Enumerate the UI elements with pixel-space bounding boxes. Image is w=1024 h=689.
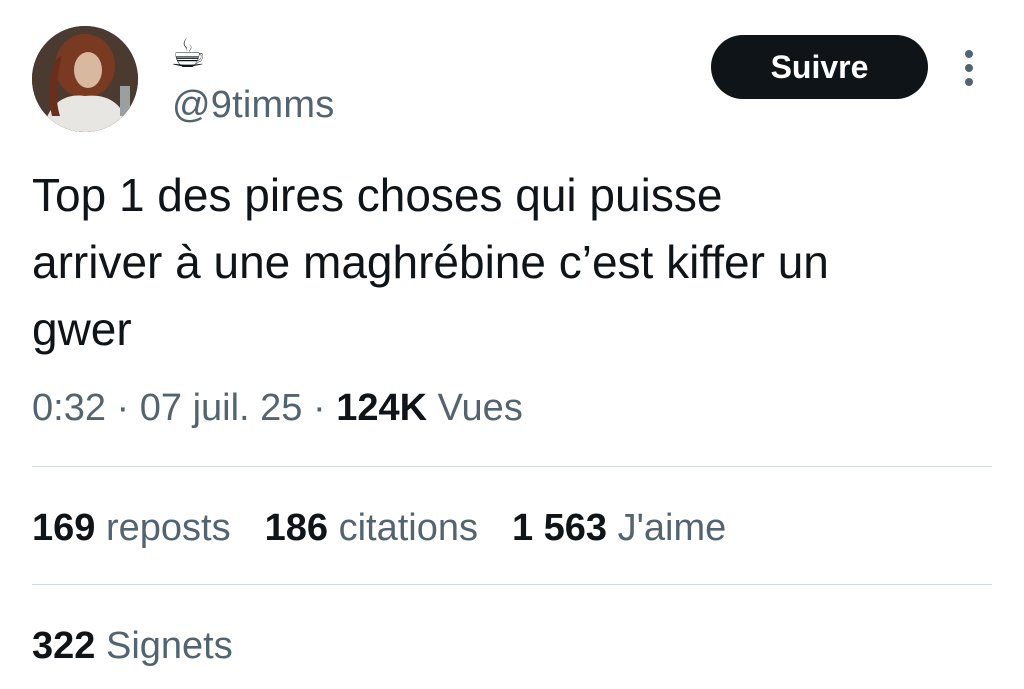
quotes-stat[interactable]: 186 citations xyxy=(265,502,478,554)
avatar-image xyxy=(32,26,138,132)
reposts-stat[interactable]: 169 reposts xyxy=(32,502,231,554)
views-label: Vues xyxy=(437,387,523,429)
bookmarks-count: 322 xyxy=(32,625,96,667)
avatar[interactable] xyxy=(32,26,138,132)
engagement-stats: 169 reposts 186 citations 1 563 J'aime xyxy=(32,502,760,554)
likes-count: 1 563 xyxy=(511,507,608,549)
reposts-count: 169 xyxy=(32,507,96,549)
more-vertical-icon[interactable] xyxy=(958,48,980,88)
meta-separator: · xyxy=(116,387,130,429)
divider xyxy=(32,584,992,585)
tweet-meta: 0:32 · 07 juil. 25 · 124K Vues xyxy=(32,382,523,434)
likes-stat[interactable]: 1 563 J'aime xyxy=(512,502,726,554)
bookmarks-stat[interactable]: 322 Signets xyxy=(32,620,233,672)
bookmarks-label: Signets xyxy=(105,625,233,667)
tweet-detail: ☕ @9timms Suivre Top 1 des pires choses … xyxy=(0,0,1024,689)
views-count: 124K xyxy=(336,387,428,429)
quotes-count: 186 xyxy=(264,507,328,549)
tweet-date[interactable]: 07 juil. 25 xyxy=(140,387,303,429)
tweet-text: Top 1 des pires choses qui puisse arrive… xyxy=(32,169,829,355)
user-handle[interactable]: @9timms xyxy=(172,82,334,128)
reposts-label: reposts xyxy=(105,507,231,549)
display-name[interactable]: ☕ xyxy=(170,30,206,78)
tweet-time[interactable]: 0:32 xyxy=(32,387,106,429)
likes-label: J'aime xyxy=(617,507,727,549)
divider xyxy=(32,466,992,467)
follow-button[interactable]: Suivre xyxy=(711,35,928,99)
meta-separator: · xyxy=(312,387,326,429)
quotes-label: citations xyxy=(338,507,478,549)
